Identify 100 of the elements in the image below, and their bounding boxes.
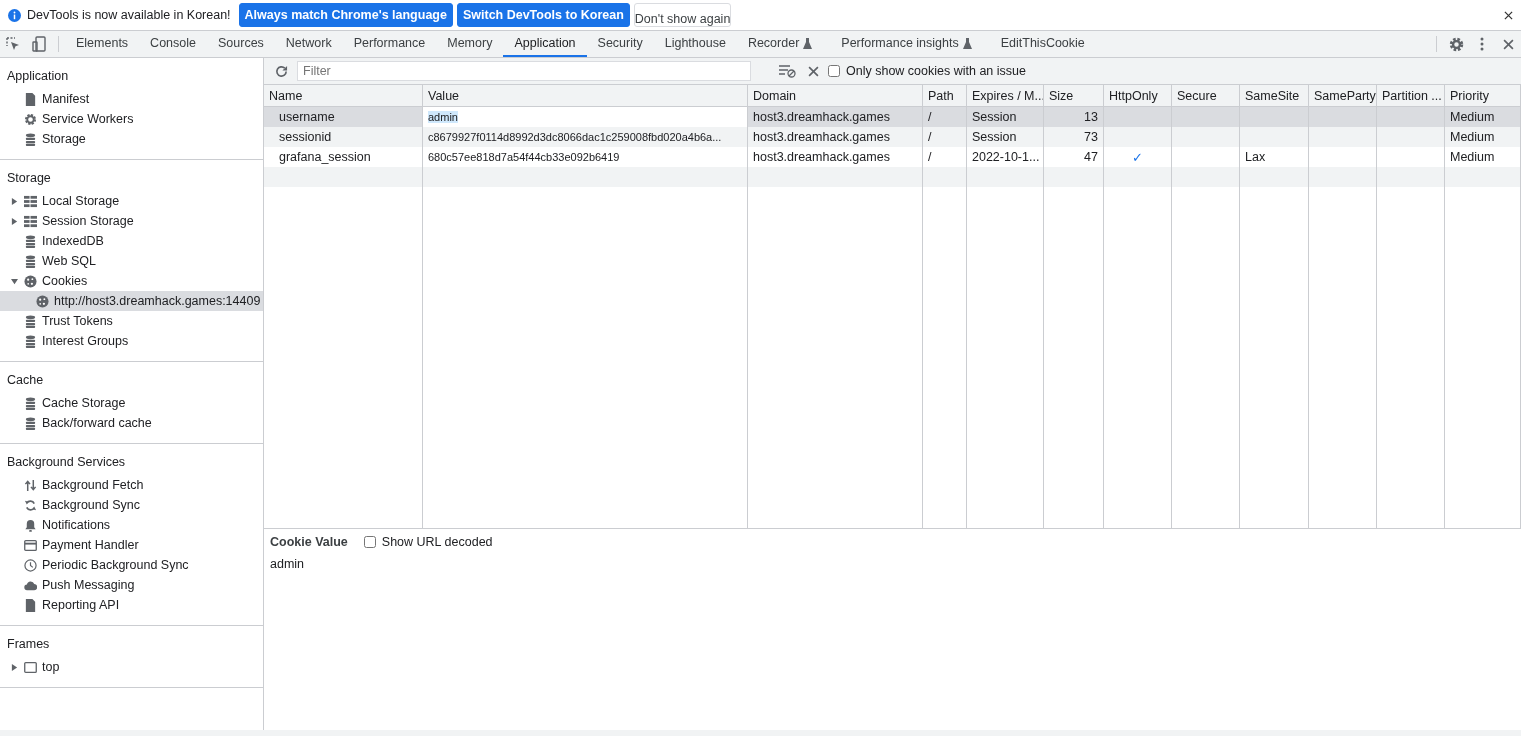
gear-icon [24,112,37,126]
issue-filter-checkbox[interactable] [828,65,840,77]
column-header[interactable]: Name [264,85,423,106]
panel-tab[interactable]: Performance [342,31,437,57]
column-header[interactable]: Partition ... [1377,85,1445,106]
panel-tab[interactable]: Console [139,31,207,57]
panel-tab[interactable]: Elements [65,31,140,57]
column-header[interactable]: HttpOnly [1104,85,1172,106]
info-icon [8,8,21,22]
column-header[interactable]: Priority [1445,85,1521,106]
sidebar-item[interactable]: top [0,657,263,677]
sidebar-section-title: Application [6,68,70,85]
checkbox-label[interactable]: Show URL decoded [381,535,493,549]
column-header[interactable]: Value [423,85,748,106]
up-down-arrows-icon [24,478,37,492]
grid-icon [24,194,37,208]
sidebar-item[interactable]: Notifications [0,515,263,535]
refresh-icon[interactable] [275,64,288,78]
table-cell: c8679927f0114d8992d3dc8066dac1c259008fbd020a4b6a... [423,127,748,147]
infobar-button[interactable]: Always match Chrome's language [238,3,453,27]
sidebar-item[interactable]: IndexedDB [0,231,263,251]
collapsed-triangle-icon[interactable] [11,217,18,225]
sidebar-section-title: Cache [6,372,45,389]
column-header[interactable]: Path [923,85,967,106]
collapsed-triangle-icon[interactable] [11,197,18,205]
close-icon[interactable] [1502,38,1514,50]
sync-icon [24,498,37,512]
sidebar-item[interactable]: Manifest [0,89,263,109]
sidebar-item[interactable]: Background Sync [0,495,263,515]
sidebar-item[interactable]: Background Fetch [0,475,263,495]
table-cell: Session [967,127,1044,147]
sidebar-item[interactable]: Service Workers [0,109,263,129]
sidebar-section-title: Background Services [6,454,127,471]
cookie-icon [36,294,49,308]
clear-filtered-icon[interactable] [779,64,796,78]
settings-icon[interactable] [1448,36,1464,52]
panel-tab[interactable]: EditThisCookie [989,31,1096,57]
panel-tab[interactable]: Lighthouse [653,31,737,57]
sidebar-item[interactable]: Cache Storage [0,393,263,413]
close-icon[interactable] [1504,10,1513,20]
panel-tab[interactable]: Sources [207,31,275,57]
sidebar-item[interactable]: Cookies [0,271,263,291]
filter-field[interactable]: Filter [297,61,751,81]
flask-icon [962,37,972,49]
panel-tab[interactable]: Memory [436,31,504,57]
url-decoded-checkbox[interactable] [363,536,376,548]
cookie-row[interactable]: sessionid c8679927f0114d8992d3dc8066dac1c259008fbd020a4b6a... host3.dreamhack.games / Session 73 Medium [264,127,1521,147]
device-toolbar-icon[interactable] [32,36,46,52]
document-icon [24,598,37,612]
table-cell: Medium [1445,127,1521,147]
sidebar-item[interactable]: Local Storage [0,191,263,211]
column-header[interactable]: Size [1044,85,1104,106]
sidebar-item[interactable]: Session Storage [0,211,263,231]
column-header[interactable]: SameParty [1309,85,1377,106]
panel-tab[interactable]: Security [586,31,654,57]
infobar-button[interactable]: Switch DevTools to Korean [456,3,630,27]
panel-tab[interactable]: Network [274,31,343,57]
panel-tab[interactable]: Performance insights [830,31,990,57]
cookie-icon [24,274,37,288]
database-icon [24,132,37,146]
table-cell: host3.dreamhack.games [748,127,923,147]
cookie-value-title: Cookie Value [270,535,348,549]
checkbox-label[interactable]: Only show cookies with an issue [846,64,1026,78]
infobar-message: DevTools is now available in Korean! [27,8,231,22]
more-options-icon[interactable] [1480,37,1484,51]
table-cell: / [923,127,967,147]
expanded-triangle-icon[interactable] [11,277,18,285]
sidebar-item[interactable]: http://host3.dreamhack.games:14409 [0,291,263,311]
infobar-button[interactable]: Don't show again [633,3,732,27]
inspect-element-icon[interactable] [6,37,20,51]
sidebar-item[interactable]: Web SQL [0,251,263,271]
database-icon [24,416,37,430]
collapsed-triangle-icon[interactable] [11,663,18,671]
column-header[interactable]: Expires / M... [967,85,1044,106]
table-cell: sessionid [264,127,423,147]
database-icon [24,254,37,268]
sidebar-item[interactable]: Reporting API [0,595,263,615]
sidebar-section-title: Storage [6,170,52,187]
sidebar-item[interactable]: Push Messaging [0,575,263,595]
column-header[interactable]: Secure [1172,85,1240,106]
grid-icon [24,214,37,228]
sidebar-item[interactable]: Periodic Background Sync [0,555,263,575]
database-icon [24,234,37,248]
cookie-row[interactable]: username admin host3.dreamhack.games / Session 13 Medium [264,107,1521,127]
sidebar-item[interactable]: Back/forward cache [0,413,263,433]
database-icon [24,334,37,348]
clear-all-icon[interactable] [808,65,819,77]
sidebar-item[interactable]: Payment Handler [0,535,263,555]
clock-icon [24,558,37,572]
panel-tab[interactable]: Recorder [736,31,831,57]
column-header[interactable]: SameSite [1240,85,1309,106]
cloud-icon [24,578,37,592]
cookie-value-text: admin [270,557,306,571]
frame-icon [24,660,37,674]
database-icon [24,396,37,410]
column-header[interactable]: Domain [748,85,923,106]
sidebar-item[interactable]: Storage [0,129,263,149]
sidebar-item[interactable]: Interest Groups [0,331,263,351]
sidebar-item[interactable]: Trust Tokens [0,311,263,331]
value-edit-field[interactable]: admin [423,107,748,127]
